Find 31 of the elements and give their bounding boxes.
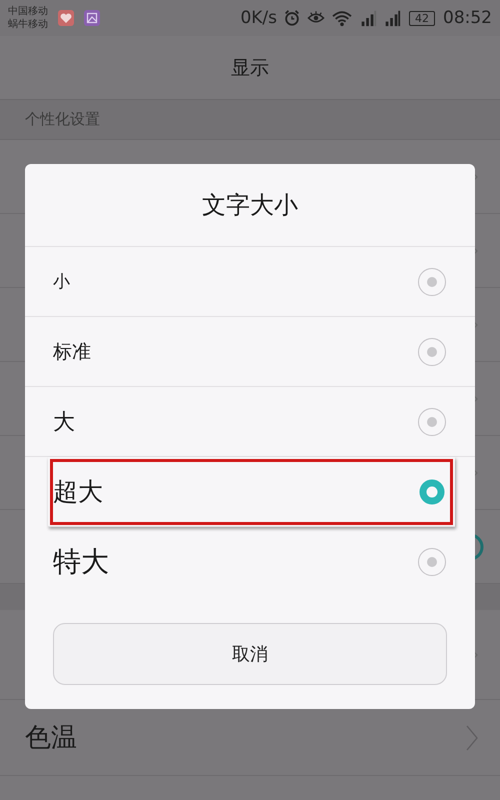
font-size-option[interactable]: 小 bbox=[25, 247, 475, 317]
font-size-option[interactable]: 大 bbox=[25, 387, 475, 457]
heart-app-icon bbox=[58, 10, 74, 26]
font-size-option[interactable]: 超大 bbox=[48, 457, 455, 527]
clock-time: 08:52 bbox=[443, 8, 492, 28]
font-size-option[interactable]: 标准 bbox=[25, 317, 475, 387]
radio-button[interactable] bbox=[417, 336, 447, 366]
battery-indicator: 42 bbox=[409, 10, 435, 26]
dialog-title: 文字大小 bbox=[25, 164, 475, 247]
cancel-button[interactable]: 取消 bbox=[53, 623, 447, 685]
alarm-icon bbox=[283, 9, 301, 27]
signal-2g-icon bbox=[383, 9, 401, 27]
chevron-icon bbox=[466, 724, 478, 750]
font-size-option[interactable]: 特大 bbox=[25, 527, 475, 597]
carrier-name: 中国移动 bbox=[8, 5, 48, 18]
radio-button[interactable] bbox=[417, 547, 447, 577]
section-label: 个性化设置 bbox=[25, 110, 100, 129]
carrier-name: 蜗牛移动 bbox=[8, 18, 48, 31]
radio-button[interactable] bbox=[417, 406, 447, 436]
option-label: 小 bbox=[53, 271, 70, 293]
option-label: 标准 bbox=[53, 340, 91, 364]
wifi-icon bbox=[331, 9, 353, 27]
radio-button[interactable] bbox=[417, 476, 447, 506]
network-speed: 0K/s bbox=[240, 8, 277, 28]
signal-4g-icon bbox=[359, 9, 377, 27]
image-app-icon bbox=[84, 10, 100, 26]
page-title: 显示 bbox=[231, 56, 269, 80]
option-label: 特大 bbox=[53, 544, 109, 580]
option-label: 超大 bbox=[53, 476, 103, 508]
option-label: 大 bbox=[53, 408, 75, 436]
radio-button[interactable] bbox=[417, 266, 447, 296]
